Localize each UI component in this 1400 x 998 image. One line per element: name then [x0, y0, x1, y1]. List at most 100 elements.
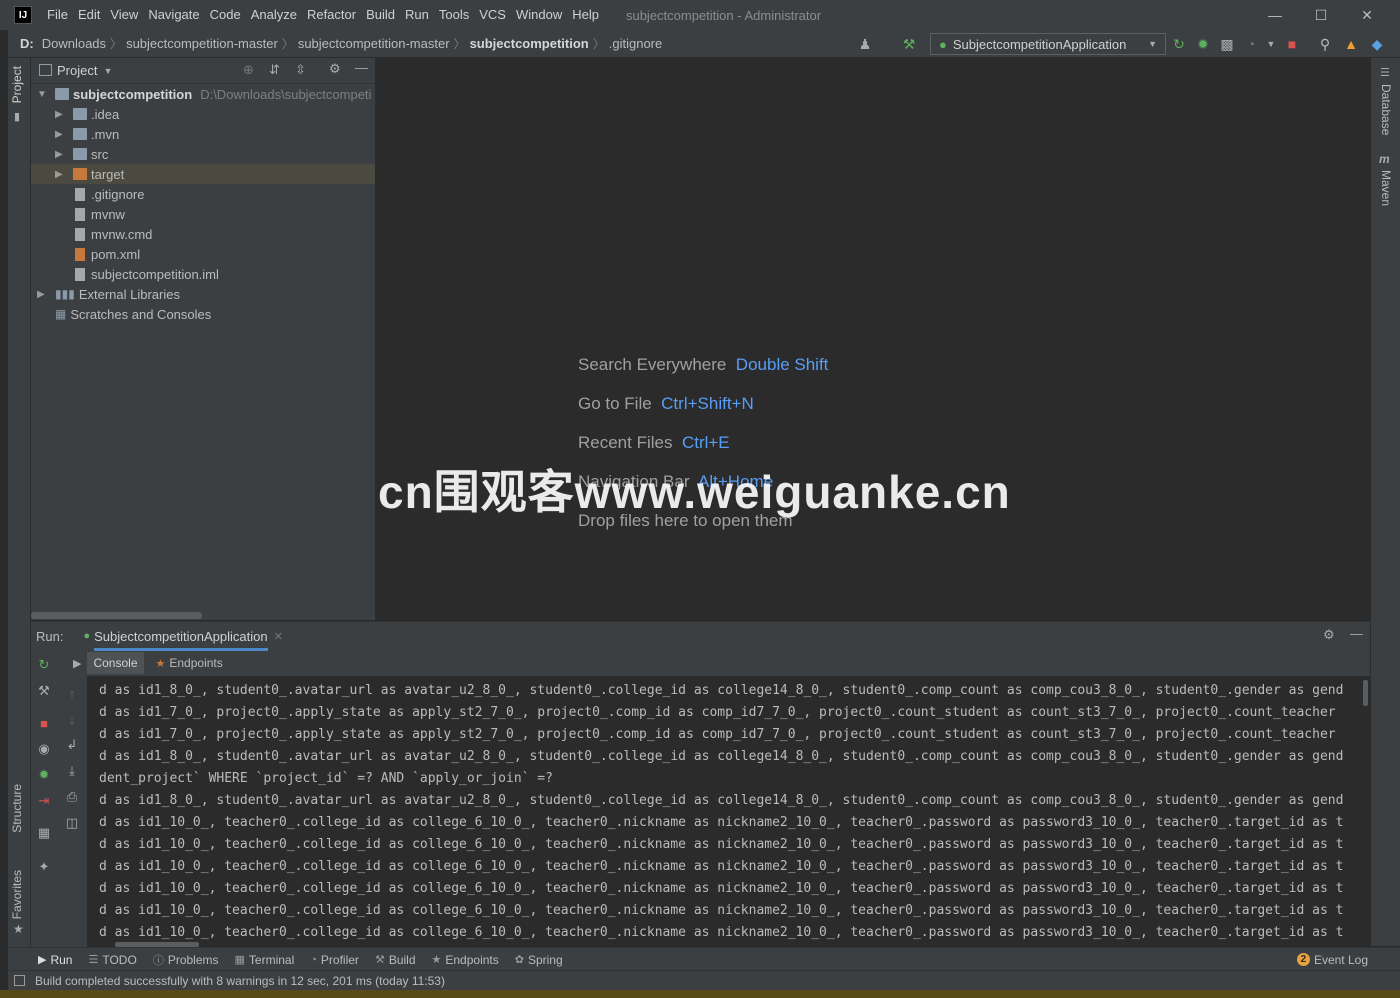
tab-problems[interactable]: ⓘ Problems [153, 952, 219, 968]
camera-icon[interactable]: ◉ [35, 740, 53, 758]
gear-icon[interactable]: ⚙ [329, 61, 341, 77]
breadcrumb-project[interactable]: subjectcompetition [466, 36, 593, 51]
horizontal-scrollbar[interactable] [31, 612, 202, 619]
menu-code[interactable]: Code [205, 0, 246, 30]
project-view-title[interactable]: Project [57, 63, 97, 78]
tree-item-target[interactable]: ▶ target [31, 164, 375, 184]
tree-item-idea[interactable]: ▶ .idea [31, 104, 375, 124]
menu-build[interactable]: Build [361, 0, 400, 30]
more-run-chevron-icon[interactable]: ▼ [1262, 35, 1280, 53]
stop-icon[interactable]: ■ [1283, 35, 1301, 53]
arrow-up-icon[interactable]: ↑ [63, 684, 81, 702]
user-icon[interactable]: ♟ [856, 35, 874, 53]
stop-icon[interactable]: ■ [35, 714, 53, 732]
jetbrains-toolbox-icon[interactable]: ◆ [1368, 35, 1386, 53]
breadcrumb-file[interactable]: .gitignore [605, 36, 666, 51]
endpoints-icon: ★ [431, 954, 442, 966]
wrench-icon[interactable]: ⚒ [35, 682, 53, 700]
close-tab-icon[interactable]: ✕ [274, 630, 283, 643]
locate-icon[interactable]: ⊕ [243, 62, 254, 78]
breadcrumb-downloads[interactable]: Downloads [38, 36, 110, 51]
tree-item-pom[interactable]: pom.xml [31, 244, 375, 264]
vertical-scrollbar[interactable] [1363, 680, 1368, 706]
profiler-icon[interactable]: ◔ [1242, 35, 1260, 53]
search-icon[interactable]: ⚲ [1316, 35, 1334, 53]
hide-icon[interactable]: — [1350, 626, 1363, 641]
layout-icon[interactable]: ▦ [35, 824, 53, 842]
tab-structure[interactable]: Structure [10, 784, 24, 833]
menu-run[interactable]: Run [400, 0, 434, 30]
menu-help[interactable]: Help [567, 0, 604, 30]
tree-item-src[interactable]: ▶ src [31, 144, 375, 164]
menu-file[interactable]: File [42, 0, 73, 30]
run-tab-application[interactable]: SubjectcompetitionApplication [94, 622, 268, 651]
tab-endpoints[interactable]: Endpoints [169, 656, 222, 670]
pin-icon[interactable]: ✦ [35, 858, 53, 876]
breadcrumb-master-2[interactable]: subjectcompetition-master [294, 36, 454, 51]
trash-icon[interactable]: ◫ [63, 814, 81, 832]
chevron-down-icon[interactable]: ▼ [37, 89, 49, 100]
menu-edit[interactable]: Edit [73, 0, 105, 30]
tab-spring[interactable]: ✿ Spring [515, 953, 563, 967]
expand-all-icon[interactable]: ⇵ [269, 62, 280, 78]
tree-item-mvnw-cmd[interactable]: mvnw.cmd [31, 224, 375, 244]
update-icon[interactable]: ▲ [1342, 35, 1360, 53]
menu-navigate[interactable]: Navigate [143, 0, 204, 30]
maximize-button[interactable]: ☐ [1298, 0, 1344, 30]
build-hammer-icon[interactable]: ⚒ [900, 35, 918, 53]
tab-endpoints[interactable]: ★ Endpoints [432, 953, 499, 967]
tree-item-scratches[interactable]: ▦ Scratches and Consoles [31, 304, 375, 324]
rerun-icon[interactable]: ↻ [1170, 35, 1188, 53]
chevron-right-icon[interactable]: ▶ [55, 169, 67, 180]
rerun-icon[interactable]: ↻ [35, 656, 53, 674]
minimize-button[interactable]: — [1252, 0, 1298, 30]
scroll-to-end-icon[interactable]: ⤓ [63, 762, 81, 780]
tab-database[interactable]: Database [1379, 84, 1393, 135]
menu-refactor[interactable]: Refactor [302, 0, 361, 30]
menu-vcs[interactable]: VCS [474, 0, 511, 30]
breadcrumb-drive[interactable]: D: [16, 36, 38, 51]
tab-build[interactable]: ⚒ Build [375, 953, 416, 967]
menu-window[interactable]: Window [511, 0, 567, 30]
exit-icon[interactable]: ⇥ [35, 792, 53, 810]
tab-todo[interactable]: ☰ TODO [88, 953, 136, 967]
menu-tools[interactable]: Tools [434, 0, 474, 30]
tab-maven[interactable]: Maven [1379, 170, 1393, 206]
chevron-right-icon[interactable]: ▶ [37, 289, 49, 300]
console-output[interactable]: d as id1_8_0_, student0_.avatar_url as a… [87, 676, 1370, 948]
tree-item-iml[interactable]: subjectcompetition.iml [31, 264, 375, 284]
tab-favorites[interactable]: Favorites [10, 870, 24, 919]
gear-icon[interactable]: ⚙ [1323, 627, 1335, 643]
chevron-right-icon[interactable]: ▶ [55, 149, 67, 160]
breadcrumb-master-1[interactable]: subjectcompetition-master [122, 36, 282, 51]
chevron-right-icon[interactable]: ▶ [55, 109, 67, 120]
console-line: dent_project` WHERE `project_id` =? AND … [99, 771, 553, 786]
chevron-right-icon: 〉 [281, 37, 294, 51]
tree-item-mvn[interactable]: ▶ .mvn [31, 124, 375, 144]
debug-icon[interactable]: ✹ [1194, 35, 1212, 53]
tree-item-external-libraries[interactable]: ▶ ▮▮▮ External Libraries [31, 284, 375, 304]
debug-icon[interactable]: ✹ [35, 766, 53, 784]
tree-root[interactable]: ▼ subjectcompetition D:\Downloads\subjec… [31, 84, 375, 104]
menu-analyze[interactable]: Analyze [246, 0, 302, 30]
event-log-button[interactable]: 2 Event Log [1296, 953, 1368, 967]
tab-run[interactable]: ▶ Run [38, 953, 72, 967]
run-configuration-select[interactable]: ● SubjectcompetitionApplication ▼ [930, 33, 1166, 55]
tree-item-mvnw[interactable]: mvnw [31, 204, 375, 224]
menu-view[interactable]: View [105, 0, 143, 30]
hide-icon[interactable]: — [355, 60, 368, 75]
coverage-icon[interactable]: ▩ [1218, 35, 1236, 53]
collapse-all-icon[interactable]: ⇳ [295, 62, 306, 78]
tab-console[interactable]: Console [87, 652, 144, 674]
chevron-down-icon[interactable]: ▼ [103, 66, 112, 76]
close-button[interactable]: ✕ [1344, 0, 1390, 30]
print-icon[interactable]: ⎙ [63, 788, 81, 806]
toggle-tool-windows-icon[interactable] [14, 975, 25, 986]
chevron-right-icon[interactable]: ▶ [55, 129, 67, 140]
tab-terminal[interactable]: ▦ Terminal [235, 953, 295, 967]
soft-wrap-icon[interactable]: ↲ [63, 736, 81, 754]
tree-item-gitignore[interactable]: .gitignore [31, 184, 375, 204]
arrow-down-icon[interactable]: ↓ [63, 710, 81, 728]
tab-project[interactable]: Project [10, 66, 24, 103]
tab-profiler[interactable]: ◔ Profiler [310, 953, 359, 967]
